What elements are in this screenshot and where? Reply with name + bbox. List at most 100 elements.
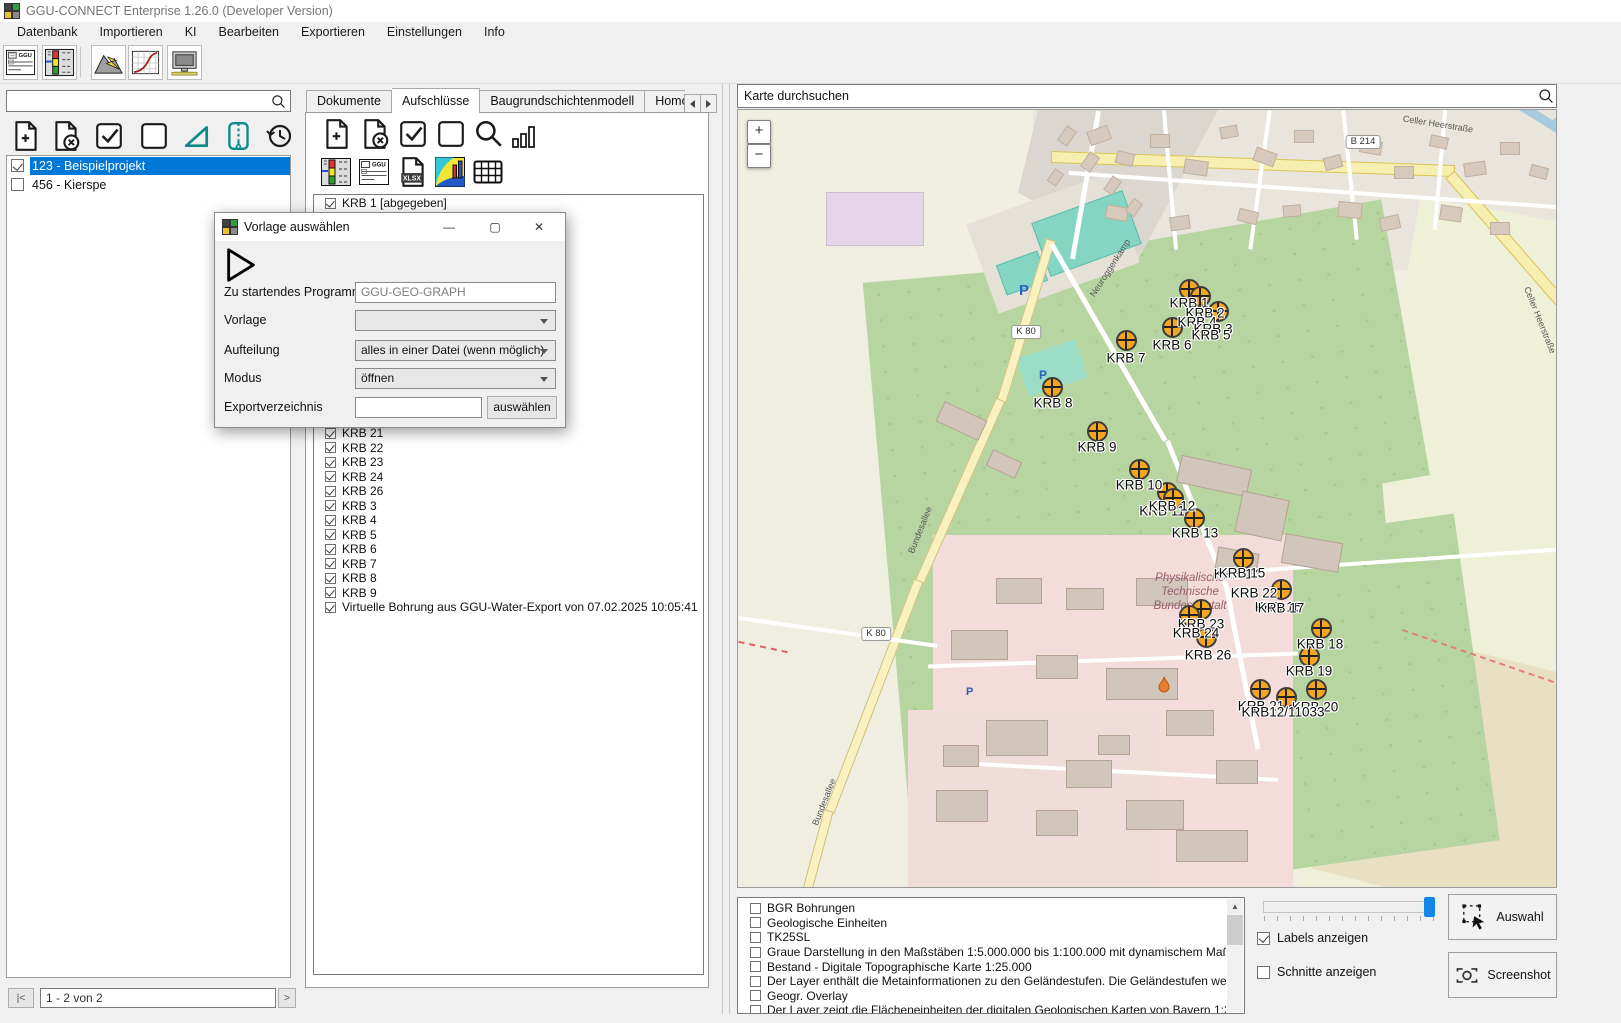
borehole-checkbox[interactable] xyxy=(325,544,336,555)
tab-homogenbereic[interactable]: Homogenbereic xyxy=(645,90,685,113)
layer-row[interactable]: Bestand - Digitale Topographische Karte … xyxy=(744,959,1226,974)
layer-checkbox[interactable] xyxy=(750,917,761,928)
borehole-manager-button[interactable] xyxy=(42,45,77,80)
borehole-row[interactable]: KRB 7 xyxy=(319,557,701,572)
add-borehole-button[interactable] xyxy=(322,118,352,150)
uncheck-all-boreholes-button[interactable] xyxy=(436,118,466,150)
dialog-minimize-button[interactable]: — xyxy=(429,213,469,241)
borehole-checkbox[interactable] xyxy=(325,486,336,497)
panel-splitter[interactable] xyxy=(722,84,723,1014)
project-row[interactable]: 123 - Beispielprojekt xyxy=(7,156,290,175)
next-page-button[interactable]: > xyxy=(278,988,296,1008)
panel-splitter[interactable] xyxy=(729,84,730,1014)
page-range-field[interactable]: 1 - 2 von 2 xyxy=(40,988,276,1008)
map-zoom-out-button[interactable]: − xyxy=(747,144,771,168)
borehole-log-button[interactable] xyxy=(320,156,352,188)
add-project-button[interactable] xyxy=(11,120,41,152)
borehole-row[interactable]: KRB 26 xyxy=(319,484,701,499)
borehole-row[interactable]: KRB 8 xyxy=(319,571,701,586)
dialog-close-button[interactable]: ✕ xyxy=(519,213,559,241)
diagram-button[interactable] xyxy=(434,156,466,188)
opacity-slider-track[interactable] xyxy=(1263,901,1435,913)
ggu-database-button[interactable]: GGU xyxy=(3,45,38,80)
borehole-checkbox[interactable] xyxy=(325,529,336,540)
borehole-row[interactable]: KRB 6 xyxy=(319,542,701,557)
ggu-stability-button[interactable] xyxy=(91,45,126,80)
map-screenshot-button[interactable]: Screenshot xyxy=(1448,952,1557,998)
ggu-graph-button[interactable] xyxy=(128,45,163,80)
delete-borehole-button[interactable] xyxy=(360,118,390,150)
dialog-run-button[interactable] xyxy=(223,246,259,284)
layer-row[interactable]: Der Layer zeigt die Flächeneinheiten der… xyxy=(744,1003,1226,1014)
menu-item-datenbank[interactable]: Datenbank xyxy=(6,23,88,41)
statistics-button[interactable] xyxy=(510,124,538,150)
borehole-checkbox[interactable] xyxy=(325,198,336,209)
modus-select[interactable]: öffnen xyxy=(355,368,556,389)
borehole-checkbox[interactable] xyxy=(325,442,336,453)
delete-project-button[interactable] xyxy=(51,120,81,152)
dialog-maximize-button[interactable]: ▢ xyxy=(475,213,515,241)
layer-checkbox[interactable] xyxy=(750,1005,761,1014)
borehole-checkbox[interactable] xyxy=(325,500,336,511)
borehole-checkbox[interactable] xyxy=(325,558,336,569)
menu-item-einstellungen[interactable]: Einstellungen xyxy=(376,23,473,41)
layer-checkbox[interactable] xyxy=(750,947,761,958)
project-search-input[interactable] xyxy=(6,90,291,112)
map-select-button[interactable]: Auswahl xyxy=(1448,894,1557,940)
check-all-boreholes-button[interactable] xyxy=(398,118,428,150)
borehole-checkbox[interactable] xyxy=(325,587,336,598)
borehole-row[interactable]: KRB 5 xyxy=(319,528,701,543)
tab-baugrundschichtenmodell[interactable]: Baugrundschichtenmodell xyxy=(480,90,645,113)
map-marker[interactable] xyxy=(1116,330,1137,351)
project-checkbox[interactable] xyxy=(11,159,24,172)
dialog-title-bar[interactable]: Vorlage auswählen — ▢ ✕ xyxy=(215,213,565,241)
sections-toggle[interactable]: Schnitte anzeigen xyxy=(1257,965,1376,979)
map-marker[interactable] xyxy=(1311,618,1332,639)
layer-row[interactable]: Der Layer enthält die Metainformationen … xyxy=(744,974,1226,989)
project-row[interactable]: 456 - Kierspe xyxy=(7,175,290,194)
table-button[interactable] xyxy=(472,156,504,188)
menu-item-exportieren[interactable]: Exportieren xyxy=(290,23,376,41)
first-page-button[interactable]: |< xyxy=(8,988,34,1008)
layer-row[interactable]: Graue Darstellung in den Maßstäben 1:5.0… xyxy=(744,945,1226,960)
ggu-export-button[interactable]: GGU xyxy=(358,156,390,188)
program-field[interactable]: GGU-GEO-GRAPH xyxy=(355,282,556,303)
vorlage-select[interactable] xyxy=(355,310,556,331)
borehole-checkbox[interactable] xyxy=(325,428,336,439)
borehole-row[interactable]: KRB 4 xyxy=(319,513,701,528)
map-canvas[interactable]: PhysikalischeTechnischeBundesanstalt + −… xyxy=(737,109,1557,888)
borehole-row[interactable]: KRB 9 xyxy=(319,586,701,601)
layer-row[interactable]: BGR Bohrungen xyxy=(744,901,1226,916)
layer-checkbox[interactable] xyxy=(750,976,761,987)
borehole-checkbox[interactable] xyxy=(325,573,336,584)
xlsx-export-button[interactable]: XLSX xyxy=(398,156,428,188)
map-marker[interactable] xyxy=(1306,679,1327,700)
borehole-row[interactable]: KRB 23 xyxy=(319,455,701,470)
sections-checkbox[interactable] xyxy=(1257,966,1270,979)
menu-item-ki[interactable]: KI xyxy=(174,23,208,41)
project-checkbox[interactable] xyxy=(11,178,24,191)
uncheck-all-button[interactable] xyxy=(139,120,169,152)
borehole-row[interactable]: KRB 1 [abgegeben] xyxy=(319,196,699,211)
search-boreholes-button[interactable] xyxy=(472,118,504,150)
labels-toggle[interactable]: Labels anzeigen xyxy=(1257,931,1368,945)
tab-scroll-right-button[interactable] xyxy=(700,94,717,113)
borehole-row[interactable]: Virtuelle Bohrung aus GGU-Water-Export v… xyxy=(319,600,701,615)
screen-view-button[interactable] xyxy=(167,45,202,80)
borehole-row[interactable]: KRB 3 xyxy=(319,499,701,514)
polygon-select-button[interactable] xyxy=(183,122,211,150)
borehole-checkbox[interactable] xyxy=(325,515,336,526)
borehole-row[interactable]: KRB 24 xyxy=(319,470,701,485)
layer-checkbox[interactable] xyxy=(750,932,761,943)
map-marker[interactable] xyxy=(1129,459,1150,480)
layer-scrollbar[interactable]: ▲ xyxy=(1227,899,1243,1012)
choose-directory-button[interactable]: auswählen xyxy=(487,396,557,419)
tab-scroll-left-button[interactable] xyxy=(684,94,701,113)
tab-aufschlüsse[interactable]: Aufschlüsse xyxy=(392,88,480,113)
layer-checkbox[interactable] xyxy=(750,990,761,1001)
history-button[interactable] xyxy=(264,120,294,152)
layer-row[interactable]: TK25SL xyxy=(744,930,1226,945)
map-search-input[interactable]: Karte durchsuchen xyxy=(737,84,1557,108)
menu-item-info[interactable]: Info xyxy=(473,23,516,41)
tab-dokumente[interactable]: Dokumente xyxy=(306,90,392,113)
